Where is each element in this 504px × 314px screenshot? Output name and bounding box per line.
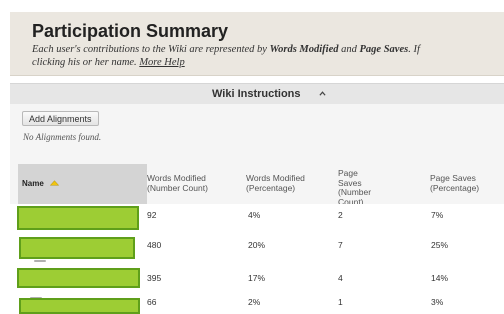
- participation-summary-header: Participation Summary Each user's contri…: [10, 12, 504, 76]
- description-text-end: . If: [408, 44, 420, 55]
- no-alignments-text: No Alignments found.: [23, 132, 102, 142]
- name-header-label: Name: [22, 179, 44, 188]
- table-row: 66 2% 1 3%: [10, 291, 504, 314]
- name-remnant: [34, 260, 46, 262]
- saves-pct-cell: 14%: [431, 273, 449, 283]
- saves-count-cell: 1: [338, 297, 343, 307]
- words-count-cell: 395: [147, 273, 162, 283]
- redacted-name[interactable]: [17, 268, 140, 288]
- sort-ascending-icon[interactable]: [50, 180, 59, 186]
- words-pct-cell: 2%: [248, 297, 261, 307]
- words-count-cell: 92: [147, 210, 157, 220]
- words-pct-cell: 17%: [248, 273, 266, 283]
- saves-count-cell: 2: [338, 210, 343, 220]
- wiki-instructions-bar[interactable]: Wiki Instructions: [10, 83, 504, 105]
- saves-pct-header[interactable]: Page Saves (Percentage): [430, 173, 495, 193]
- table-row: 480 20% 7 25%: [10, 237, 504, 269]
- words-pct-cell: 20%: [248, 240, 266, 250]
- alignments-section: Add Alignments No Alignments found.: [10, 104, 504, 164]
- words-pct-cell: 4%: [248, 210, 261, 220]
- more-help-link[interactable]: More Help: [139, 57, 184, 68]
- saves-pct-cell: 3%: [431, 297, 444, 307]
- words-modified-term: Words Modified: [269, 44, 339, 55]
- description-text: Each user's contributions to the Wiki ar…: [32, 44, 270, 55]
- table-row: 395 17% 4 14%: [10, 268, 504, 292]
- summary-description: Each user's contributions to the Wiki ar…: [32, 43, 504, 69]
- saves-count-cell: 4: [338, 273, 343, 283]
- saves-count-cell: 7: [338, 240, 343, 250]
- table-row: 92 4% 2 7%: [10, 204, 504, 238]
- words-count-cell: 66: [147, 297, 157, 307]
- saves-pct-cell: 7%: [431, 210, 444, 220]
- saves-pct-cell: 25%: [431, 240, 449, 250]
- saves-count-header[interactable]: Page Saves (Number Count): [338, 168, 378, 207]
- chevron-up-icon[interactable]: [319, 90, 326, 97]
- page-title: Participation Summary: [32, 21, 229, 41]
- words-count-header[interactable]: Words Modified (Number Count): [147, 173, 227, 193]
- redacted-name[interactable]: [19, 237, 135, 259]
- table-header: Name Words Modified (Number Count) Words…: [10, 164, 504, 207]
- description-and: and: [338, 44, 360, 55]
- name-column-header[interactable]: Name: [18, 164, 147, 204]
- add-alignments-button[interactable]: Add Alignments: [22, 111, 99, 126]
- words-count-cell: 480: [147, 240, 162, 250]
- redacted-name[interactable]: [17, 206, 139, 230]
- page-saves-term: Page Saves: [359, 44, 409, 55]
- words-pct-header[interactable]: Words Modified (Percentage): [246, 173, 316, 193]
- wiki-instructions-label: Wiki Instructions: [212, 88, 301, 100]
- description-line2: clicking his or her name.: [32, 57, 140, 68]
